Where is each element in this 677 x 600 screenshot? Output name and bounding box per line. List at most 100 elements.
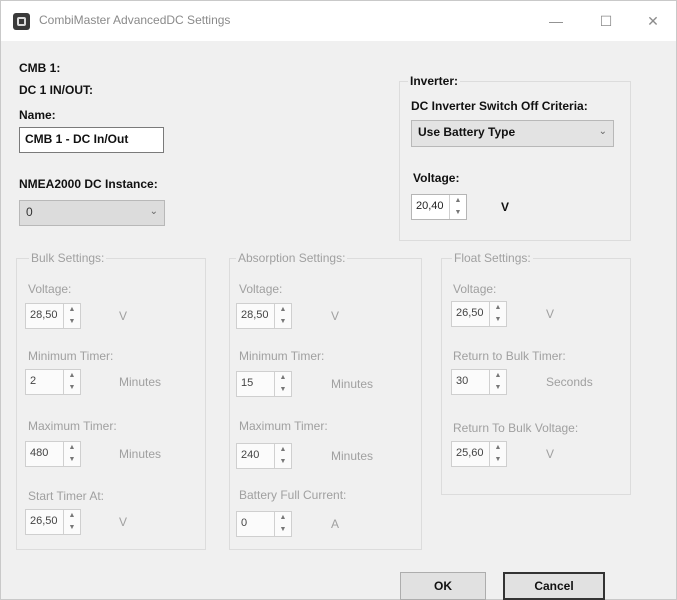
spin-down-icon[interactable]: ▼ (64, 382, 80, 394)
cancel-button[interactable]: Cancel (503, 572, 605, 600)
spin-up-icon[interactable]: ▲ (490, 302, 506, 314)
spin-down-icon[interactable]: ▼ (275, 316, 291, 328)
bulk-voltage-unit: V (119, 309, 128, 323)
battery-full-current-stepper[interactable]: 0 ▲ ▼ (236, 511, 292, 537)
absorption-min-timer-value: 15 (241, 377, 254, 389)
bulk-max-timer-unit: Minutes (119, 447, 162, 461)
spin-buttons: ▲ ▼ (449, 195, 466, 219)
absorption-settings-group: Absorption Settings: (229, 251, 422, 550)
bulk-min-timer-stepper[interactable]: 2 ▲ ▼ (25, 369, 81, 395)
absorption-min-timer-label: Minimum Timer: (239, 349, 325, 363)
spin-up-icon[interactable]: ▲ (490, 442, 506, 454)
name-label: Name: (19, 108, 56, 122)
inverter-group-title: Inverter: (408, 74, 461, 88)
return-bulk-voltage-label: Return To Bulk Voltage: (453, 421, 579, 435)
ok-button[interactable]: OK (400, 572, 486, 600)
chevron-down-icon: ⌄ (598, 126, 607, 137)
absorption-voltage-stepper[interactable]: 28,50 ▲ ▼ (236, 303, 292, 329)
inverter-criteria-select[interactable]: Use Battery Type ⌄ (411, 120, 614, 147)
spin-buttons: ▲ ▼ (63, 304, 80, 328)
bulk-start-timer-value: 26,50 (30, 515, 58, 527)
name-input[interactable]: CMB 1 - DC In/Out (19, 127, 164, 153)
spin-buttons: ▲ ▼ (63, 370, 80, 394)
spin-buttons: ▲ ▼ (489, 442, 506, 466)
spin-down-icon[interactable]: ▼ (64, 316, 80, 328)
nmea-instance-select[interactable]: 0 ⌄ (19, 200, 165, 226)
spin-buttons: ▲ ▼ (274, 444, 291, 468)
spin-up-icon[interactable]: ▲ (275, 372, 291, 384)
absorption-max-timer-unit: Minutes (331, 449, 374, 463)
spin-up-icon[interactable]: ▲ (450, 195, 466, 207)
bulk-voltage-stepper[interactable]: 28,50 ▲ ▼ (25, 303, 81, 329)
absorption-voltage-label: Voltage: (239, 282, 283, 296)
close-button[interactable]: ✕ (633, 9, 673, 33)
return-bulk-voltage-unit: V (546, 447, 555, 461)
bulk-start-timer-label: Start Timer At: (28, 489, 105, 503)
inverter-voltage-stepper[interactable]: 20,40 ▲ ▼ (411, 194, 467, 220)
nmea-instance-label: NMEA2000 DC Instance: (19, 177, 158, 191)
absorption-min-timer-stepper[interactable]: 15 ▲ ▼ (236, 371, 292, 397)
spin-down-icon[interactable]: ▼ (275, 384, 291, 396)
absorption-max-timer-label: Maximum Timer: (239, 419, 328, 433)
maximize-button[interactable]: ☐ (586, 9, 626, 33)
absorption-min-timer-unit: Minutes (331, 377, 374, 391)
spin-up-icon[interactable]: ▲ (275, 444, 291, 456)
spin-down-icon[interactable]: ▼ (64, 522, 80, 534)
spin-down-icon[interactable]: ▼ (275, 456, 291, 468)
minimize-button[interactable]: — (536, 9, 576, 33)
bulk-start-timer-stepper[interactable]: 26,50 ▲ ▼ (25, 509, 81, 535)
bulk-max-timer-label: Maximum Timer: (28, 419, 117, 433)
absorption-max-timer-stepper[interactable]: 240 ▲ ▼ (236, 443, 292, 469)
inverter-criteria-value: Use Battery Type (418, 125, 516, 139)
return-bulk-timer-stepper[interactable]: 30 ▲ ▼ (451, 369, 507, 395)
spin-buttons: ▲ ▼ (63, 442, 80, 466)
return-bulk-voltage-value: 25,60 (456, 447, 484, 459)
bulk-max-timer-stepper[interactable]: 480 ▲ ▼ (25, 441, 81, 467)
spin-down-icon[interactable]: ▼ (64, 454, 80, 466)
spin-buttons: ▲ ▼ (274, 372, 291, 396)
chevron-down-icon: ⌄ (149, 206, 158, 217)
spin-down-icon[interactable]: ▼ (490, 382, 506, 394)
bulk-min-timer-label: Minimum Timer: (28, 349, 114, 363)
battery-full-current-unit: A (331, 517, 340, 531)
spin-up-icon[interactable]: ▲ (64, 370, 80, 382)
bulk-min-timer-unit: Minutes (119, 375, 162, 389)
settings-window: CombiMaster AdvancedDC Settings — ☐ ✕ CM… (0, 0, 677, 600)
inverter-criteria-label: DC Inverter Switch Off Criteria: (411, 99, 588, 113)
float-group-title: Float Settings: (452, 251, 533, 265)
spin-up-icon[interactable]: ▲ (275, 304, 291, 316)
inverter-voltage-label: Voltage: (413, 171, 460, 185)
float-voltage-stepper[interactable]: 26,50 ▲ ▼ (451, 301, 507, 327)
app-icon (13, 13, 30, 30)
return-bulk-timer-value: 30 (456, 375, 469, 387)
spin-up-icon[interactable]: ▲ (64, 304, 80, 316)
float-voltage-unit: V (546, 307, 555, 321)
float-voltage-label: Voltage: (453, 282, 497, 296)
absorption-voltage-value: 28,50 (241, 309, 269, 321)
return-bulk-voltage-stepper[interactable]: 25,60 ▲ ▼ (451, 441, 507, 467)
bulk-settings-group: Bulk Settings: (16, 251, 206, 550)
bulk-min-timer-value: 2 (30, 375, 37, 387)
spin-down-icon[interactable]: ▼ (450, 207, 466, 219)
spin-down-icon[interactable]: ▼ (490, 314, 506, 326)
spin-up-icon[interactable]: ▲ (64, 442, 80, 454)
spin-up-icon[interactable]: ▲ (64, 510, 80, 522)
spin-buttons: ▲ ▼ (274, 512, 291, 536)
spin-down-icon[interactable]: ▼ (490, 454, 506, 466)
title-bar: CombiMaster AdvancedDC Settings — ☐ ✕ (1, 1, 676, 41)
spin-up-icon[interactable]: ▲ (490, 370, 506, 382)
spin-down-icon[interactable]: ▼ (275, 524, 291, 536)
bulk-voltage-label: Voltage: (28, 282, 72, 296)
inverter-voltage-value: 20,40 (416, 200, 444, 212)
battery-full-current-label: Battery Full Current: (239, 488, 347, 502)
bulk-group-title: Bulk Settings: (29, 251, 107, 265)
return-bulk-timer-label: Return to Bulk Timer: (453, 349, 566, 363)
spin-buttons: ▲ ▼ (489, 302, 506, 326)
absorption-voltage-unit: V (331, 309, 340, 323)
absorption-group-title: Absorption Settings: (236, 251, 348, 265)
spin-up-icon[interactable]: ▲ (275, 512, 291, 524)
battery-full-current-value: 0 (241, 517, 248, 529)
float-voltage-value: 26,50 (456, 307, 484, 319)
bulk-max-timer-value: 480 (30, 447, 49, 459)
spin-buttons: ▲ ▼ (274, 304, 291, 328)
